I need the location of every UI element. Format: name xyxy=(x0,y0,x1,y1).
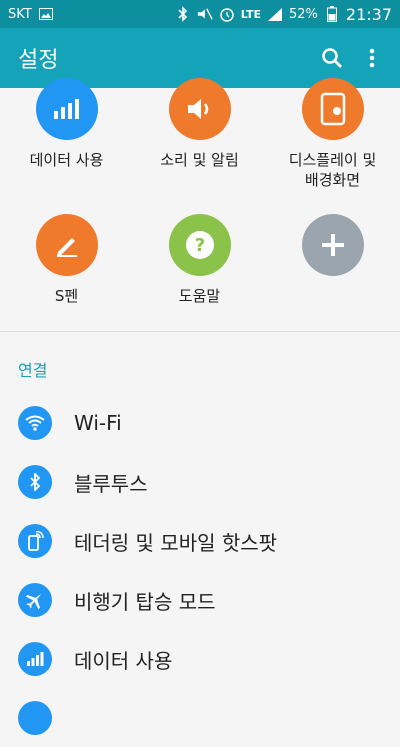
quick-setting-help[interactable]: ? 도움말 xyxy=(133,214,266,306)
bluetooth-icon xyxy=(18,465,52,499)
setting-item-next[interactable] xyxy=(0,689,400,747)
quick-setting-label: 데이터 사용 xyxy=(29,151,104,169)
airplane-icon xyxy=(18,583,52,617)
quick-setting-label: S펜 xyxy=(54,287,79,305)
setting-item-label: 테더링 및 모바일 핫스팟 xyxy=(74,530,278,555)
clock: 21:37 xyxy=(345,4,392,24)
setting-item-airplane-mode[interactable]: 비행기 탑승 모드 xyxy=(0,571,400,629)
setting-item-bluetooth[interactable]: 블루투스 xyxy=(0,453,400,511)
quick-setting-spen[interactable]: S펜 xyxy=(0,214,133,306)
battery-percent: 52% xyxy=(288,6,318,22)
divider xyxy=(0,331,400,332)
search-button[interactable] xyxy=(312,38,352,78)
quick-setting-data-usage[interactable]: 데이터 사용 xyxy=(0,78,133,170)
quick-setting-display[interactable]: 디스플레이 및 배경화면 xyxy=(266,78,399,190)
quick-setting-sound[interactable]: 소리 및 알림 xyxy=(133,78,266,170)
add-icon xyxy=(301,214,364,276)
quick-setting-label: 소리 및 알림 xyxy=(160,151,239,169)
image-icon xyxy=(38,6,54,22)
page-title: 설정 xyxy=(18,48,59,73)
data-usage-icon xyxy=(18,642,52,676)
speaker-icon xyxy=(168,78,231,140)
network-type-label: LTE xyxy=(240,7,261,21)
carrier-label: SKT xyxy=(8,6,32,22)
setting-item-tethering[interactable]: 테더링 및 모바일 핫스팟 xyxy=(0,512,400,570)
setting-item-label: 데이터 사용 xyxy=(74,648,173,673)
svg-text:?: ? xyxy=(194,235,204,256)
help-icon: ? xyxy=(168,214,231,276)
setting-item-wifi[interactable]: Wi-Fi xyxy=(0,394,400,452)
more-vert-icon xyxy=(369,48,375,68)
search-icon xyxy=(322,48,342,68)
mute-icon xyxy=(197,6,213,22)
display-icon xyxy=(301,78,364,140)
quick-setting-label: 디스플레이 및 배경화면 xyxy=(288,151,377,189)
alarm-icon xyxy=(219,6,235,22)
setting-icon xyxy=(18,701,52,735)
setting-item-data-usage[interactable]: 데이터 사용 xyxy=(0,630,400,688)
wifi-icon xyxy=(18,406,52,440)
bluetooth-icon xyxy=(175,6,191,22)
pen-icon xyxy=(35,214,98,276)
quick-setting-label: 도움말 xyxy=(178,287,221,305)
setting-item-label: 비행기 탑승 모드 xyxy=(74,589,216,614)
signal-icon xyxy=(267,6,283,22)
setting-item-label: 블루투스 xyxy=(74,471,148,496)
battery-icon xyxy=(324,6,340,22)
data-usage-icon xyxy=(35,78,98,140)
section-title-connections: 연결 xyxy=(18,361,48,380)
more-options-button[interactable] xyxy=(352,38,392,78)
quick-setting-add[interactable] xyxy=(266,214,399,276)
status-bar: SKT LTE 52% 21:37 xyxy=(0,0,400,28)
setting-item-label: Wi-Fi xyxy=(74,411,122,435)
hotspot-icon xyxy=(18,524,52,558)
